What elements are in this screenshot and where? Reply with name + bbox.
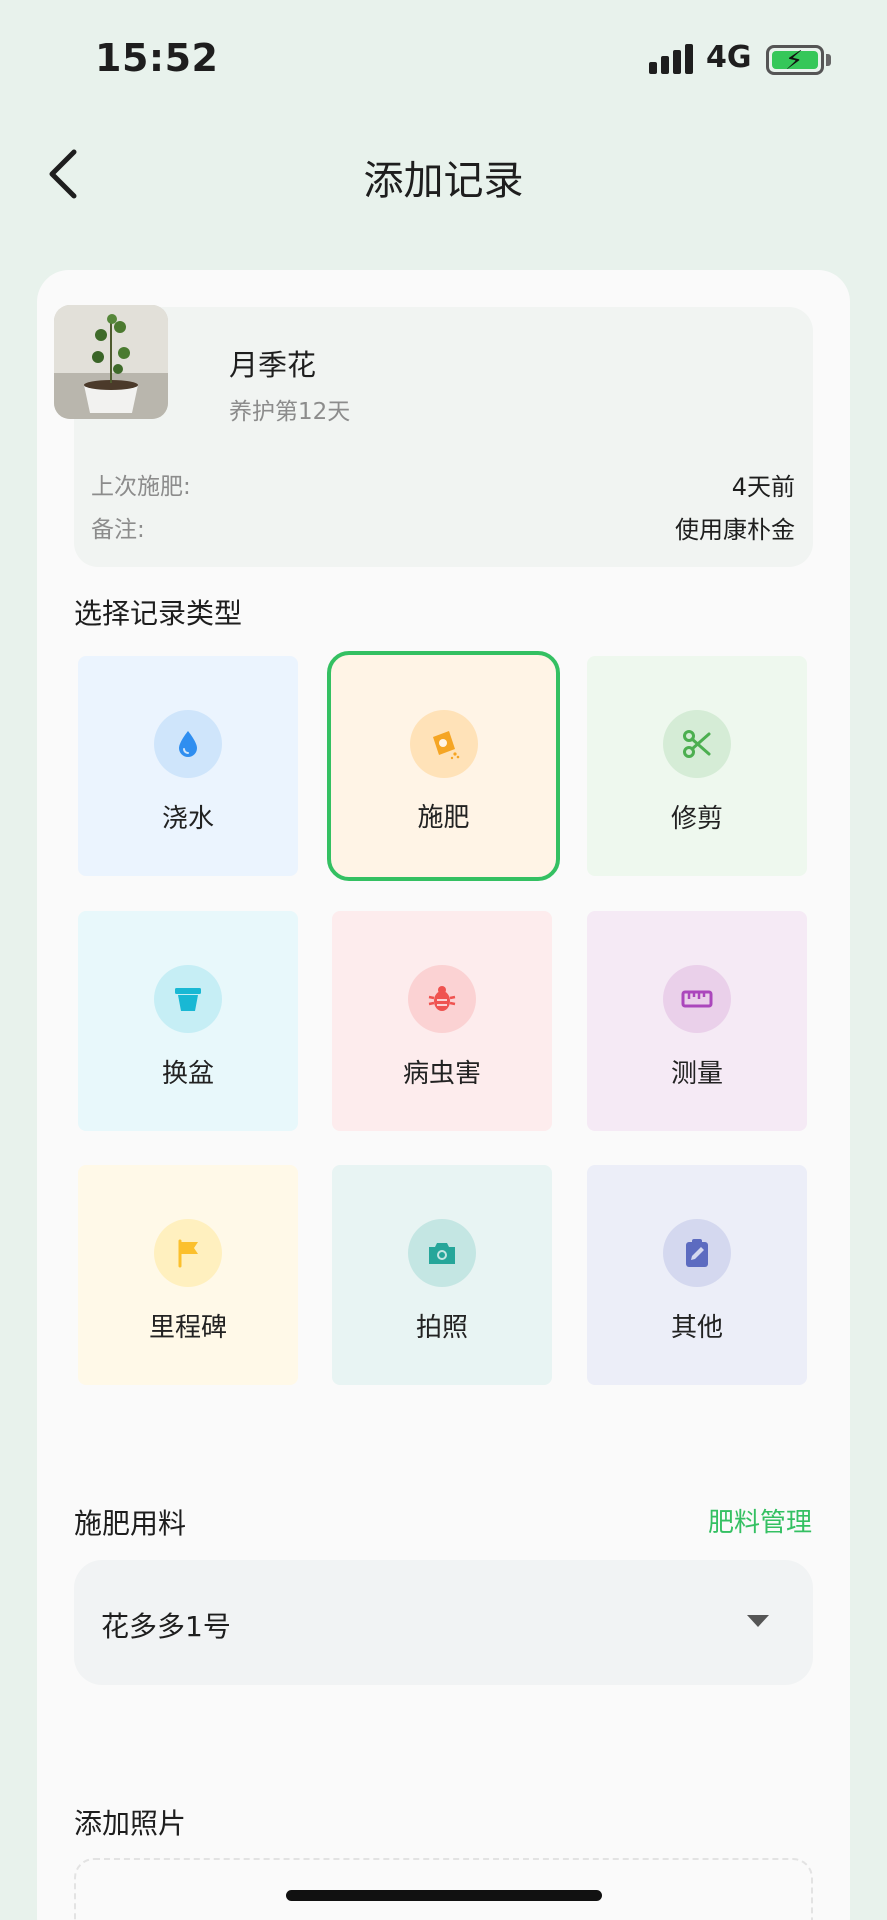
- flag-icon: [154, 1219, 222, 1287]
- nav-bar: 添加记录: [0, 120, 887, 225]
- record-type-other[interactable]: 其他: [587, 1165, 807, 1385]
- fertilizer-bag-icon: [409, 710, 478, 778]
- plant-name: 月季花: [229, 348, 317, 382]
- record-type-title: 选择记录类型: [74, 597, 243, 630]
- edit-clipboard-icon: [663, 1219, 731, 1287]
- record-type-repotting[interactable]: 换盆: [78, 911, 298, 1131]
- record-type-pruning[interactable]: 修剪: [587, 656, 807, 876]
- record-type-label: 测量: [670, 1059, 723, 1089]
- page-title: 添加记录: [363, 158, 524, 204]
- record-type-milestone[interactable]: 里程碑: [78, 1165, 298, 1385]
- network-type: 4G: [706, 40, 752, 75]
- record-type-photo[interactable]: 拍照: [332, 1165, 552, 1385]
- ruler-icon: [663, 965, 731, 1033]
- status-time: 15:52: [95, 36, 219, 80]
- fertilizer-manage-link[interactable]: 肥料管理: [708, 1502, 812, 1539]
- water-drop-icon: [154, 710, 222, 778]
- record-type-label: 里程碑: [148, 1313, 227, 1343]
- status-bar: 15:52 4G ⚡: [0, 0, 887, 110]
- record-type-label: 病虫害: [402, 1059, 481, 1089]
- note-label: 备注:: [91, 517, 145, 543]
- last-fertilize-label: 上次施肥:: [91, 474, 191, 500]
- photo-section-title: 添加照片: [74, 1807, 187, 1840]
- record-type-fertilizing[interactable]: 施肥: [327, 651, 560, 881]
- plant-photo: [54, 305, 168, 419]
- battery-icon: ⚡: [766, 45, 824, 76]
- record-type-label: 换盆: [161, 1059, 214, 1089]
- record-type-measure[interactable]: 测量: [587, 911, 807, 1131]
- battery-tip: [826, 54, 831, 66]
- bug-icon: [408, 965, 476, 1033]
- camera-icon: [408, 1219, 476, 1287]
- home-indicator: [286, 1890, 602, 1901]
- note-value: 使用康朴金: [675, 516, 795, 544]
- pot-icon: [154, 965, 222, 1033]
- record-type-watering[interactable]: 浇水: [78, 656, 298, 876]
- last-fertilize-value: 4天前: [731, 473, 795, 501]
- cellular-signal-icon: [649, 44, 693, 74]
- add-photo-area[interactable]: [74, 1858, 813, 1920]
- fertilizer-section-title: 施肥用料: [74, 1507, 187, 1540]
- record-type-pest[interactable]: 病虫害: [332, 911, 552, 1131]
- fertilizer-selected-value: 花多多1号: [101, 1610, 231, 1643]
- record-type-label: 拍照: [415, 1313, 468, 1343]
- caret-down-icon: [747, 1615, 769, 1627]
- record-type-label: 其他: [670, 1313, 723, 1343]
- scissors-icon: [663, 710, 731, 778]
- record-type-label: 浇水: [161, 804, 214, 834]
- care-days: 养护第12天: [229, 399, 351, 425]
- record-type-label: 修剪: [670, 804, 723, 834]
- record-type-label: 施肥: [417, 803, 470, 833]
- fertilizer-select[interactable]: 花多多1号: [74, 1560, 813, 1685]
